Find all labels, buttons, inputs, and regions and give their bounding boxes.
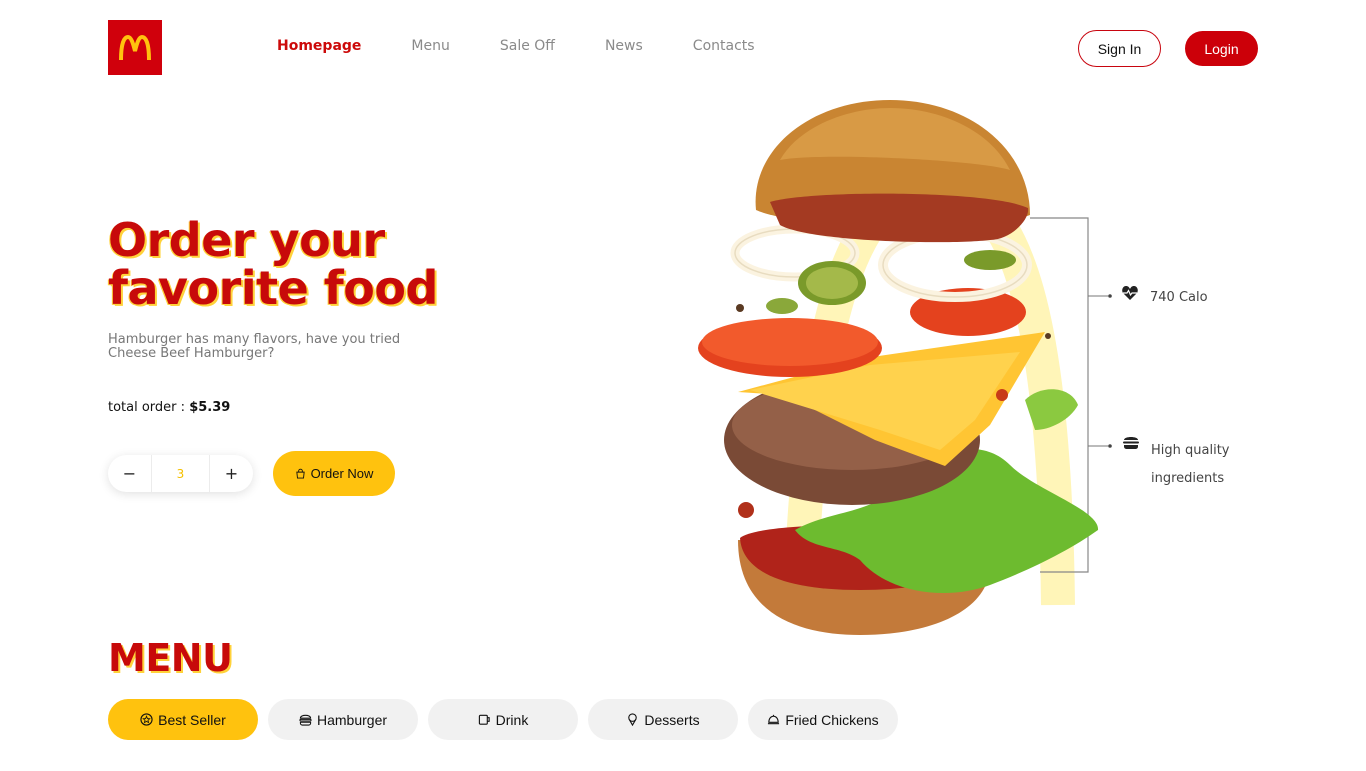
heart-pulse-icon (1122, 286, 1138, 300)
order-now-label: Order Now (310, 466, 374, 481)
sign-in-button[interactable]: Sign In (1078, 30, 1161, 67)
feature-quality-line-1: High quality (1151, 443, 1230, 458)
star-badge-icon (140, 713, 153, 726)
tab-hamburger-label: Hamburger (316, 711, 388, 728)
tab-hamburger[interactable]: Hamburger (268, 699, 418, 740)
feature-calories: 740 Calo (1150, 290, 1208, 305)
quantity-stepper: − 3 + (108, 455, 253, 492)
shopping-bag-icon (295, 468, 305, 479)
decrement-button[interactable]: − (108, 455, 151, 492)
burger-icon (299, 714, 312, 726)
hero-description: Hamburger has many flavors, have you tri… (108, 332, 401, 361)
menu-category-tabs: Best Seller Hamburger Drink Desserts Fri… (108, 699, 898, 740)
tab-desserts-label: Desserts (644, 711, 700, 728)
tab-drink[interactable]: Drink (428, 699, 578, 740)
hero-title: Order your favorite food (108, 216, 438, 312)
quantity-value[interactable]: 3 (151, 455, 210, 492)
total-order-value: $5.39 (189, 400, 231, 415)
nav-item-news[interactable]: News (605, 38, 643, 54)
order-now-button[interactable]: Order Now (273, 451, 395, 496)
cloche-icon (768, 714, 780, 725)
login-button[interactable]: Login (1185, 31, 1258, 66)
increment-button[interactable]: + (210, 455, 253, 492)
golden-arches-logo-icon (119, 34, 151, 60)
tab-fried-chickens[interactable]: Fried Chickens (748, 699, 898, 740)
feature-quality-line-2: ingredients (1151, 471, 1225, 486)
feature-quality: High quality ingredients (1151, 437, 1229, 493)
total-order-label: total order : (108, 400, 186, 415)
nav-item-menu[interactable]: Menu (411, 38, 449, 54)
nav-item-contacts[interactable]: Contacts (693, 38, 755, 54)
burger-illustration (698, 100, 1112, 635)
hero-title-line-1: Order your (108, 213, 385, 267)
total-order: total order : $5.39 (108, 400, 230, 415)
brand-logo[interactable] (108, 20, 162, 75)
hero-title-line-2: favorite food (108, 261, 438, 315)
tab-desserts[interactable]: Desserts (588, 699, 738, 740)
nav-item-homepage[interactable]: Homepage (277, 38, 361, 54)
main-nav: Homepage Menu Sale Off News Contacts (277, 38, 805, 54)
tab-fried-chickens-label: Fried Chickens (785, 711, 879, 728)
cup-icon (478, 714, 490, 725)
burger-icon (1123, 437, 1139, 449)
nav-item-sale-off[interactable]: Sale Off (500, 38, 555, 54)
tab-best-seller-label: Best Seller (158, 711, 226, 728)
tab-best-seller[interactable]: Best Seller (108, 699, 258, 740)
menu-title: MENU (108, 636, 233, 680)
tab-drink-label: Drink (495, 711, 529, 728)
ice-cream-icon (628, 713, 638, 726)
